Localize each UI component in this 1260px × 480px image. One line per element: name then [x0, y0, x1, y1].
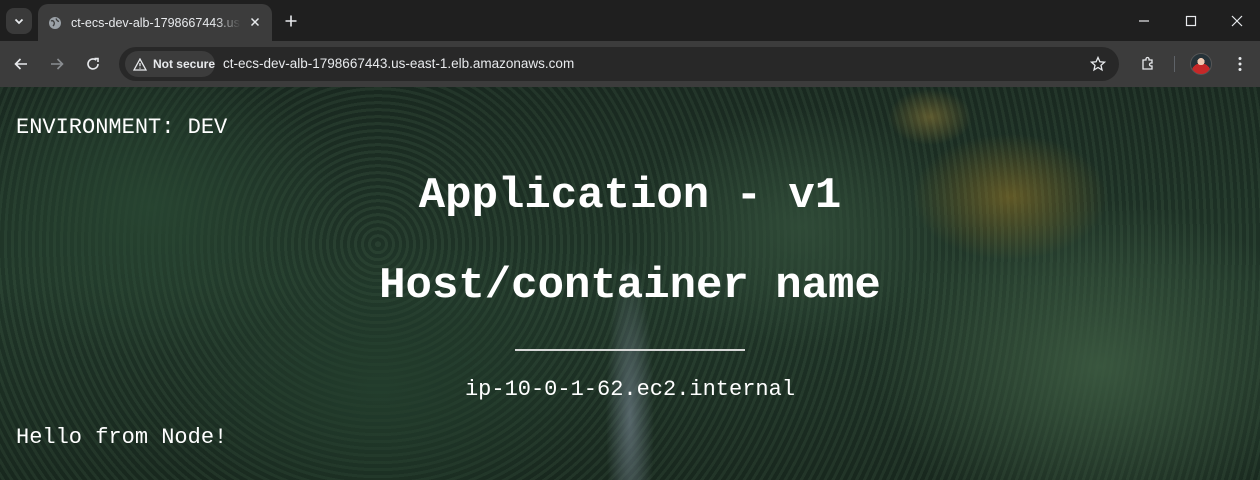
url-text[interactable]: ct-ecs-dev-alb-1798667443.us-east-1.elb.…	[223, 56, 574, 71]
minimize-icon	[1139, 19, 1149, 22]
reload-icon	[87, 57, 99, 70]
puzzle-icon	[1142, 56, 1153, 70]
maximize-icon	[1185, 15, 1197, 26]
tab-strip: ct-ecs-dev-alb-1798667443.us-east-1.elb.…	[0, 0, 1260, 41]
close-icon	[250, 17, 260, 27]
star-icon	[1090, 56, 1106, 72]
page-content: ENVIRONMENT: DEV Application - v1 Host/c…	[0, 87, 1260, 480]
tab-title: ct-ecs-dev-alb-1798667443.us-east-1.elb.…	[71, 15, 241, 30]
browser-toolbar: Not secure ct-ecs-dev-alb-1798667443.us-…	[0, 41, 1260, 87]
forward-button[interactable]	[43, 50, 71, 78]
close-window-button[interactable]	[1214, 0, 1260, 41]
address-bar[interactable]: Not secure ct-ecs-dev-alb-1798667443.us-…	[119, 47, 1119, 81]
back-arrow-icon	[14, 58, 27, 70]
menu-button[interactable]	[1226, 50, 1254, 78]
plus-icon	[285, 15, 297, 27]
extensions-button[interactable]	[1134, 50, 1162, 78]
hostname-value: ip-10-0-1-62.ec2.internal	[464, 377, 796, 402]
close-window-icon	[1231, 15, 1243, 26]
chevron-down-icon	[14, 18, 24, 25]
toolbar-divider	[1174, 56, 1175, 72]
greeting-text: Hello from Node!	[16, 425, 228, 450]
new-tab-button[interactable]	[280, 10, 302, 32]
globe-icon	[49, 16, 61, 29]
warning-triangle-icon	[133, 57, 147, 71]
kebab-menu-icon	[1238, 57, 1242, 71]
back-button[interactable]	[7, 50, 35, 78]
security-label: Not secure	[152, 57, 215, 71]
forward-arrow-icon	[51, 58, 64, 70]
host-heading: Host/container name	[379, 261, 881, 311]
divider-rule	[515, 349, 745, 351]
bookmark-button[interactable]	[1087, 53, 1109, 75]
page-title: Application - v1	[418, 171, 842, 221]
maximize-button[interactable]	[1168, 0, 1214, 41]
reload-button[interactable]	[79, 50, 107, 78]
tab-search-button[interactable]	[6, 8, 32, 34]
browser-tab[interactable]: ct-ecs-dev-alb-1798667443.us-east-1.elb.…	[38, 4, 272, 41]
tab-close-button[interactable]	[248, 15, 262, 29]
environment-label: ENVIRONMENT: DEV	[16, 115, 228, 140]
security-chip[interactable]: Not secure	[125, 51, 215, 77]
minimize-button[interactable]	[1121, 0, 1167, 41]
avatar[interactable]	[1190, 53, 1212, 75]
